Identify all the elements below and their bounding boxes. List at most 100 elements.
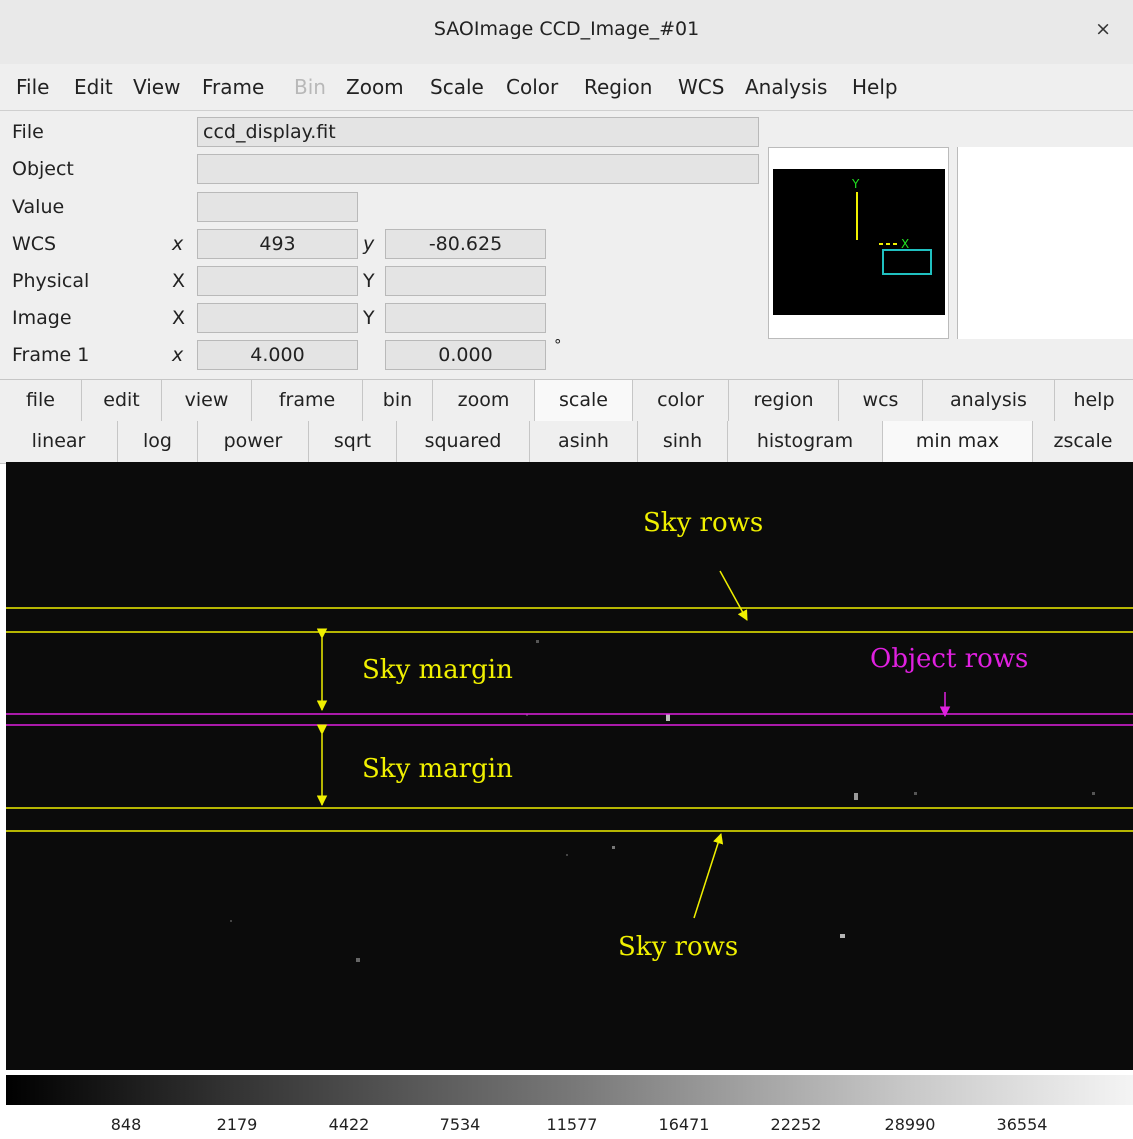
button-region[interactable]: region bbox=[729, 380, 839, 421]
hot-pixel bbox=[612, 846, 615, 849]
menu-frame[interactable]: Frame bbox=[202, 75, 264, 99]
button-zoom[interactable]: zoom bbox=[433, 380, 535, 421]
button-analysis[interactable]: analysis bbox=[923, 380, 1055, 421]
menu-analysis[interactable]: Analysis bbox=[745, 75, 827, 99]
hot-pixel bbox=[356, 958, 360, 962]
colorbar-tick-label: 848 bbox=[110, 1115, 142, 1134]
sky-margin-bottom-label: Sky margin bbox=[362, 754, 513, 784]
sky-margin-top-label: Sky margin bbox=[362, 655, 513, 685]
hot-pixel bbox=[566, 854, 568, 856]
angle-unit: ° bbox=[554, 336, 562, 354]
button-edit[interactable]: edit bbox=[82, 380, 162, 421]
button-scale-log[interactable]: log bbox=[118, 421, 198, 462]
physical-x-field bbox=[197, 266, 358, 296]
wcs-x-field: 493 bbox=[197, 229, 358, 259]
menu-edit[interactable]: Edit bbox=[74, 75, 113, 99]
menu-bar: File Edit View Frame Bin Zoom Scale Colo… bbox=[0, 64, 1133, 111]
object-field bbox=[197, 154, 759, 184]
sky-rows-bottom-label: Sky rows bbox=[618, 932, 739, 962]
hot-pixel bbox=[666, 714, 670, 721]
frame-x-label: x bbox=[172, 344, 184, 366]
button-wcs[interactable]: wcs bbox=[839, 380, 923, 421]
value-field bbox=[197, 192, 358, 222]
menu-view[interactable]: View bbox=[133, 75, 180, 99]
menu-scale[interactable]: Scale bbox=[430, 75, 484, 99]
colorbar-tick-label: 11577 bbox=[546, 1115, 598, 1134]
menu-wcs[interactable]: WCS bbox=[678, 75, 724, 99]
button-scale-asinh[interactable]: asinh bbox=[530, 421, 638, 462]
wcs-label: WCS bbox=[12, 233, 57, 255]
button-frame[interactable]: frame bbox=[252, 380, 363, 421]
menu-bin: Bin bbox=[294, 75, 326, 99]
colorbar[interactable] bbox=[6, 1075, 1133, 1105]
button-help[interactable]: help bbox=[1055, 380, 1133, 421]
sky-rows-top-arrow bbox=[719, 570, 748, 621]
object-label: Object bbox=[12, 158, 74, 180]
file-label: File bbox=[12, 121, 44, 143]
menu-region[interactable]: Region bbox=[584, 75, 652, 99]
menu-help[interactable]: Help bbox=[852, 75, 898, 99]
object-rows-label: Object rows bbox=[870, 644, 1029, 674]
button-scale-power[interactable]: power bbox=[198, 421, 309, 462]
panner-y-label: Y bbox=[851, 177, 860, 191]
colorbar-tick-label: 4422 bbox=[328, 1115, 370, 1134]
image-canvas[interactable]: Sky rows Sky margin Object rows Sky marg… bbox=[6, 462, 1133, 1070]
menu-file[interactable]: File bbox=[16, 75, 49, 99]
panner-x-label: X bbox=[901, 237, 909, 251]
wcs-y-label: y bbox=[363, 233, 375, 255]
colorbar-tick-label: 22252 bbox=[770, 1115, 822, 1134]
button-scale-linear[interactable]: linear bbox=[0, 421, 118, 462]
image-y-label: Y bbox=[363, 307, 375, 329]
colorbar-tick-label: 7534 bbox=[439, 1115, 481, 1134]
colorbar-tick-label: 2179 bbox=[216, 1115, 258, 1134]
button-bin[interactable]: bin bbox=[363, 380, 433, 421]
button-scale-sinh[interactable]: sinh bbox=[638, 421, 728, 462]
hot-pixel bbox=[1092, 792, 1095, 795]
physical-x-label: X bbox=[172, 270, 186, 292]
wcs-x-label: x bbox=[172, 233, 184, 255]
menu-zoom[interactable]: Zoom bbox=[346, 75, 404, 99]
button-bar: file edit view frame bin zoom scale colo… bbox=[0, 379, 1133, 423]
button-file[interactable]: file bbox=[0, 380, 82, 421]
button-scale[interactable]: scale bbox=[535, 380, 633, 421]
sky-rows-top-label: Sky rows bbox=[643, 508, 764, 538]
button-color[interactable]: color bbox=[633, 380, 729, 421]
physical-label: Physical bbox=[12, 270, 90, 292]
frame-zoom-field: 4.000 bbox=[197, 340, 358, 370]
panner-view: Y X bbox=[773, 169, 945, 315]
hot-pixel bbox=[230, 920, 232, 922]
frame-angle-field: 0.000 bbox=[385, 340, 546, 370]
image-y-field bbox=[385, 303, 546, 333]
hot-pixel bbox=[854, 793, 858, 800]
button-scale-sqrt[interactable]: sqrt bbox=[309, 421, 397, 462]
frame-label: Frame 1 bbox=[12, 344, 90, 366]
physical-y-label: Y bbox=[363, 270, 375, 292]
button-scale-zscale[interactable]: zscale bbox=[1033, 421, 1133, 462]
value-label: Value bbox=[12, 196, 65, 218]
button-scale-squared[interactable]: squared bbox=[397, 421, 530, 462]
button-scale-histogram[interactable]: histogram bbox=[728, 421, 883, 462]
title-bar: SAOImage CCD_Image_#01 × bbox=[0, 0, 1133, 65]
colorbar-tick-label: 28990 bbox=[884, 1115, 936, 1134]
close-icon[interactable]: × bbox=[1095, 18, 1111, 40]
image-label: Image bbox=[12, 307, 72, 329]
panner[interactable]: Y X bbox=[768, 147, 949, 339]
colorbar-tick-label: 36554 bbox=[996, 1115, 1048, 1134]
hot-pixel bbox=[840, 934, 845, 938]
wcs-y-field: -80.625 bbox=[385, 229, 546, 259]
window-title: SAOImage CCD_Image_#01 bbox=[433, 18, 700, 40]
hot-pixel bbox=[536, 640, 539, 643]
button-scale-minmax[interactable]: min max bbox=[883, 421, 1033, 462]
image-x-field bbox=[197, 303, 358, 333]
menu-color[interactable]: Color bbox=[506, 75, 558, 99]
image-x-label: X bbox=[172, 307, 186, 329]
region-overlay bbox=[6, 570, 1133, 962]
button-view[interactable]: view bbox=[162, 380, 252, 421]
hot-pixel bbox=[914, 792, 917, 795]
sky-rows-bottom-arrow bbox=[693, 833, 724, 919]
file-name-field: ccd_display.fit bbox=[197, 117, 759, 147]
colorbar-tick-label: 16471 bbox=[658, 1115, 710, 1134]
scale-button-bar: linear log power sqrt squared asinh sinh… bbox=[0, 421, 1133, 464]
magnifier bbox=[957, 147, 1133, 339]
physical-y-field bbox=[385, 266, 546, 296]
